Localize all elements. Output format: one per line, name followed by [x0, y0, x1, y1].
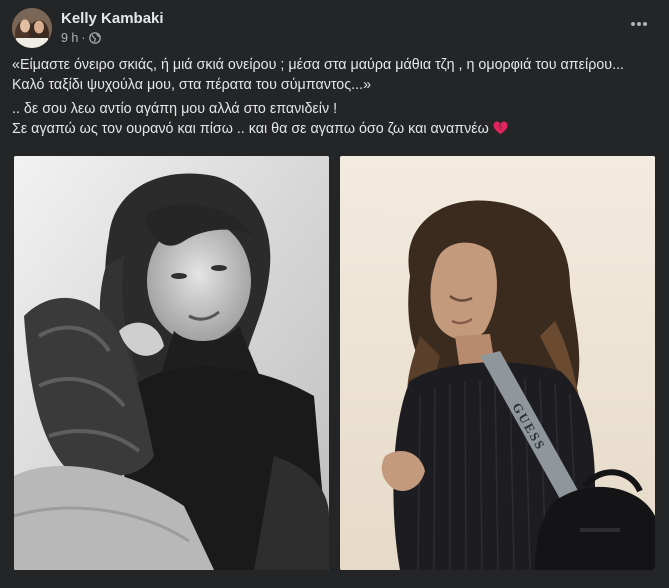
broken-heart-icon	[493, 121, 508, 142]
more-horizontal-icon	[631, 22, 647, 26]
author-name[interactable]: Kelly Kambaki	[61, 10, 164, 27]
post-text-line-3-wrapper: Σε αγαπώ ως τον ουρανό και πίσω .. και θ…	[12, 120, 652, 142]
post-text-line-3: Σε αγαπώ ως τον ουρανό και πίσω .. και θ…	[12, 120, 489, 137]
post-text-line-2: .. δε σου λεω αντίο αγάπη μου αλλά στο ε…	[12, 101, 338, 117]
post-header: Kelly Kambaki 9 h ·	[12, 8, 657, 52]
globe-icon[interactable]	[88, 32, 101, 44]
avatar-image	[12, 8, 52, 48]
post-text: «Είμαστε όνειρο σκιάς, ή μιά σκιά ονείρο…	[12, 56, 652, 141]
facebook-post: Kelly Kambaki 9 h · «Είμαστε όνειρο σκιά…	[0, 0, 669, 588]
post-time[interactable]: 9 h	[61, 31, 78, 45]
avatar[interactable]	[12, 8, 52, 48]
photo-2-image: GUESS	[340, 156, 655, 570]
post-photo-2[interactable]: GUESS	[340, 156, 655, 570]
more-options-button[interactable]	[625, 12, 653, 36]
post-text-line-1: «Είμαστε όνειρο σκιάς, ή μιά σκιά ονείρο…	[12, 57, 625, 93]
photo-1-image	[14, 156, 329, 570]
post-meta: 9 h ·	[61, 31, 101, 45]
meta-separator: ·	[81, 31, 86, 45]
post-photo-1[interactable]	[14, 156, 329, 570]
